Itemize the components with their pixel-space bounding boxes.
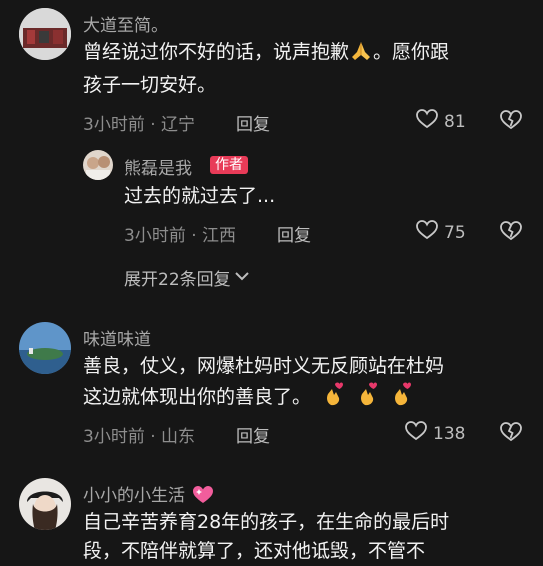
dislike-button[interactable]	[500, 422, 522, 446]
comment-time-location: 3小时前 · 辽宁	[83, 115, 196, 135]
like-button[interactable]: 81	[416, 109, 466, 134]
comment-author[interactable]: 大道至简。	[83, 11, 168, 36]
finger-heart-emoji	[323, 381, 345, 416]
comment-text: 曾经说过你不好的话，说声抱歉 。愿你跟 孩子一切安好。	[83, 38, 523, 100]
praying-hands-emoji	[349, 40, 373, 71]
finger-heart-emoji	[357, 381, 379, 416]
comment-text-line: 这边就体现出你的善良了。	[83, 386, 312, 408]
heart-outline-icon	[416, 220, 438, 245]
broken-heart-icon	[500, 221, 522, 245]
reply-avatar[interactable]	[83, 150, 113, 180]
reply-button[interactable]: 回复	[277, 221, 311, 246]
avatar[interactable]	[19, 478, 71, 530]
avatar[interactable]	[19, 8, 71, 60]
comment-text-line: 。愿你跟	[373, 41, 450, 63]
reply-button[interactable]: 回复	[236, 110, 270, 135]
dislike-button[interactable]	[500, 221, 522, 245]
comment-author[interactable]: 小小的小生活	[83, 481, 214, 510]
dislike-button[interactable]	[500, 110, 522, 134]
comment-text-line: 曾经说过你不好的话，说声抱歉	[83, 41, 350, 63]
comment-text-line: 善良，仗义，网爆杜妈时义无反顾站在杜妈	[83, 355, 445, 377]
chevron-down-icon	[233, 268, 251, 288]
sparkling-heart-emoji	[192, 485, 214, 510]
author-badge: 作者	[210, 156, 248, 174]
expand-replies-label: 展开22条回复	[124, 270, 231, 290]
comment-time-location: 3小时前 · 山东	[83, 427, 196, 447]
like-count: 75	[444, 222, 466, 243]
finger-heart-emoji	[391, 381, 413, 416]
like-button[interactable]: 75	[416, 220, 466, 245]
heart-outline-icon	[416, 109, 438, 134]
reply-time-location: 3小时前 · 江西	[124, 226, 237, 246]
comment-author-label: 小小的小生活	[83, 486, 185, 506]
like-count: 138	[433, 423, 466, 444]
expand-replies-button[interactable]: 展开22条回复	[124, 265, 251, 290]
like-count: 81	[444, 111, 466, 132]
avatar[interactable]	[19, 322, 71, 374]
comment-author[interactable]: 味道味道	[83, 325, 151, 350]
heart-outline-icon	[405, 421, 427, 446]
broken-heart-icon	[500, 422, 522, 446]
comment-text-line: 孩子一切安好。	[83, 74, 217, 96]
comment-text-line: 段，不陪伴就算了，还对他诋毁，不管不	[83, 540, 426, 562]
reply-text: 过去的就过去了...	[124, 185, 276, 207]
like-button[interactable]: 138	[405, 421, 465, 446]
reply-button[interactable]: 回复	[236, 422, 270, 447]
comment-text: 善良，仗义，网爆杜妈时义无反顾站在杜妈 这边就体现出你的善良了。	[83, 352, 528, 416]
comment-text: 自己辛苦养育28年的孩子，在生命的最后时 段，不陪伴就算了，还对他诋毁，不管不	[83, 508, 533, 566]
reply-author[interactable]: 熊磊是我	[124, 154, 192, 179]
comment-text-line: 自己辛苦养育28年的孩子，在生命的最后时	[83, 511, 450, 533]
broken-heart-icon	[500, 110, 522, 134]
